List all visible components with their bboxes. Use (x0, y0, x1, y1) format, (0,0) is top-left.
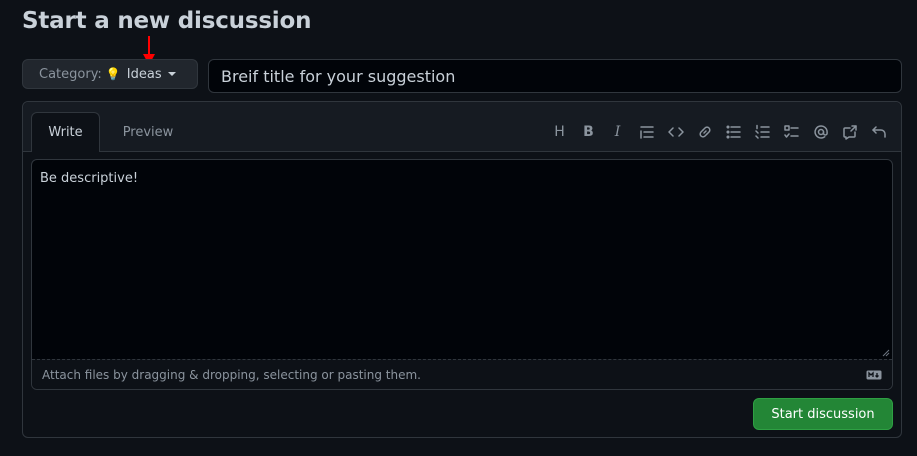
chevron-down-icon (167, 72, 176, 76)
code-icon[interactable] (661, 120, 690, 144)
body-textarea-container: Be descriptive! Attach files by dragging… (31, 159, 893, 390)
attach-files-hint: Attach files by dragging & dropping, sel… (42, 367, 421, 382)
tab-preview[interactable]: Preview (108, 112, 188, 152)
start-discussion-button[interactable]: Start discussion (753, 398, 893, 430)
quote-icon[interactable] (632, 120, 661, 144)
task-list-icon[interactable] (777, 120, 806, 144)
italic-icon[interactable]: I (603, 120, 632, 144)
resize-handle-icon[interactable] (882, 349, 890, 357)
tab-write[interactable]: Write (31, 112, 100, 152)
markdown-icon[interactable] (866, 370, 882, 380)
category-label: Category: (39, 66, 102, 82)
discussion-title-input[interactable] (208, 59, 902, 93)
formatting-toolbar: H B I (545, 120, 893, 144)
bullet-list-icon[interactable] (719, 120, 748, 144)
editor-tab-bar: Write Preview H B I (23, 102, 901, 152)
category-value: Ideas (126, 66, 162, 82)
bold-icon[interactable]: B (574, 120, 603, 144)
heading-icon[interactable]: H (545, 120, 574, 144)
attach-files-bar[interactable]: Attach files by dragging & dropping, sel… (32, 359, 892, 389)
undo-icon[interactable] (864, 120, 893, 144)
reference-icon[interactable] (835, 120, 864, 144)
page-title: Start a new discussion (22, 8, 312, 34)
link-icon[interactable] (690, 120, 719, 144)
discussion-body-textarea[interactable]: Be descriptive! (32, 160, 892, 360)
numbered-list-icon[interactable] (748, 120, 777, 144)
mention-icon[interactable] (806, 120, 835, 144)
lightbulb-icon: 💡 (105, 67, 121, 81)
editor-box: Write Preview H B I Be descriptive! Atta… (22, 101, 902, 438)
category-select-button[interactable]: Category: 💡 Ideas (22, 59, 198, 89)
